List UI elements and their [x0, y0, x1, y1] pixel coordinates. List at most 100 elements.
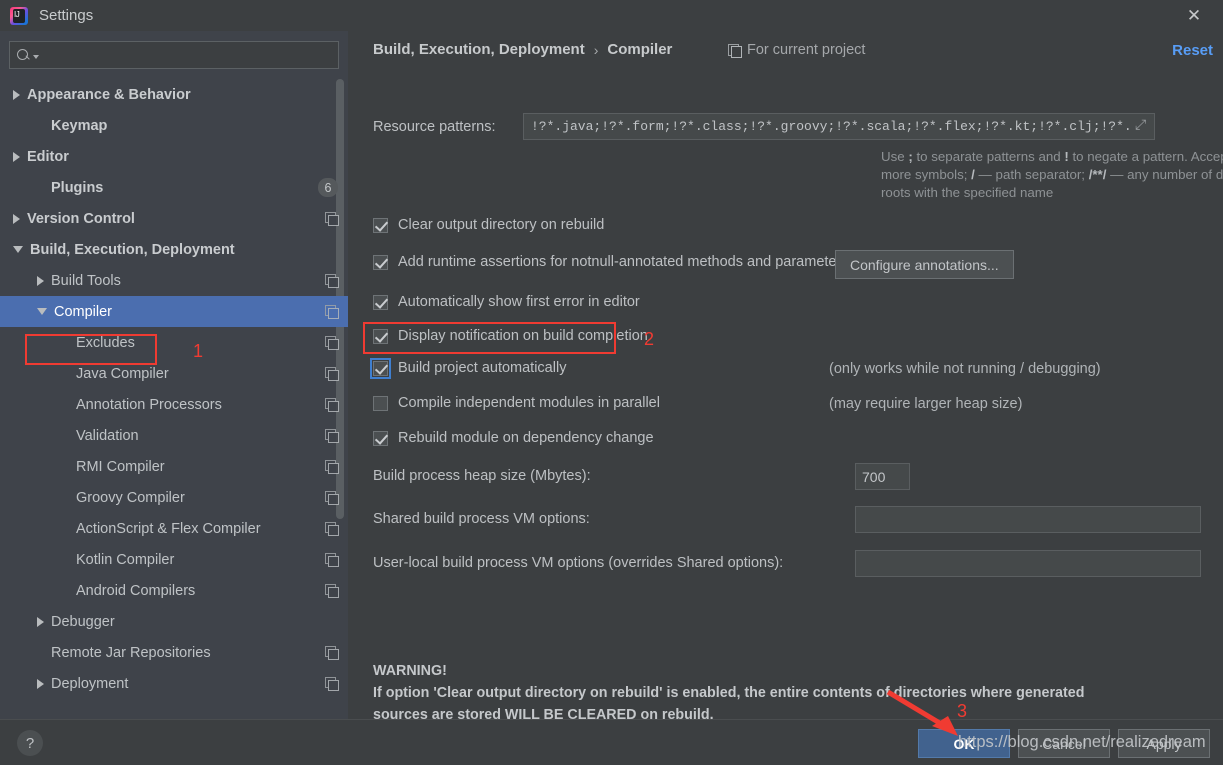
sidebar-item-kotlin-compiler[interactable]: Kotlin Compiler [0, 544, 348, 575]
resource-patterns-value: !?*.java;!?*.form;!?*.class;!?*.groovy;!… [531, 119, 1131, 134]
sidebar-item-label: Appearance & Behavior [27, 86, 191, 103]
apply-button[interactable]: Apply [1118, 729, 1210, 758]
checkbox-icon[interactable] [373, 395, 388, 411]
checkbox-row-compile-independent-modules-in-parallel[interactable]: Compile independent modules in parallel [373, 395, 660, 411]
expand-icon[interactable] [1135, 116, 1150, 134]
settings-sidebar: Appearance & Behavior Keymap Editor Plugins… [0, 31, 348, 719]
breadcrumb-root[interactable]: Build, Execution, Deployment [373, 41, 585, 58]
checkbox-row-display-notification-on-build-completion[interactable]: Display notification on build completion [373, 328, 648, 344]
chevron-right-icon[interactable] [13, 89, 20, 100]
sidebar-item-rmi-compiler[interactable]: RMI Compiler [0, 451, 348, 482]
copy-settings-icon[interactable] [325, 336, 339, 350]
sidebar-item-label: Kotlin Compiler [76, 551, 175, 568]
checkbox-icon[interactable] [373, 294, 388, 310]
copy-settings-icon[interactable] [325, 584, 339, 598]
copy-settings-icon[interactable] [325, 367, 339, 381]
hint-text: to separate patterns and [912, 149, 1065, 164]
chevron-right-icon[interactable] [13, 213, 20, 224]
copy-settings-icon[interactable] [325, 212, 339, 226]
field-input-2[interactable] [855, 550, 1201, 577]
resource-patterns-hint: Use ; to separate patterns and ! to nega… [881, 148, 1223, 202]
cancel-button[interactable]: Cancel [1018, 729, 1110, 758]
checkbox-row-clear-output-directory-on-rebuild[interactable]: Clear output directory on rebuild [373, 217, 604, 233]
copy-settings-icon[interactable] [325, 460, 339, 474]
sidebar-item-label: Validation [76, 427, 139, 444]
field-label: Shared build process VM options: [373, 511, 590, 527]
field-input-1[interactable] [855, 506, 1201, 533]
ok-button[interactable]: OK [918, 729, 1010, 758]
sidebar-item-label: Excludes [76, 334, 135, 351]
chevron-down-icon[interactable] [37, 308, 47, 315]
checkbox-icon[interactable] [373, 430, 388, 446]
sidebar-item-appearance-behavior[interactable]: Appearance & Behavior [0, 79, 348, 110]
help-button[interactable]: ? [17, 730, 43, 756]
sidebar-item-android-compilers[interactable]: Android Compilers [0, 575, 348, 606]
hint-text: to negate a pattern. Accepted wildcards: [1072, 149, 1223, 164]
copy-settings-icon[interactable] [325, 522, 339, 536]
sidebar-item-remote-jar-repositories[interactable]: Remote Jar Repositories [0, 637, 348, 668]
sidebar-item-label: Version Control [27, 210, 135, 227]
warning-title: WARNING! [373, 663, 447, 679]
copy-settings-icon[interactable] [325, 646, 339, 660]
sidebar-item-label: Android Compilers [76, 582, 196, 599]
hint-text: — path separator; [974, 167, 1089, 182]
sidebar-item-deployment[interactable]: Deployment [0, 668, 348, 699]
chevron-down-icon[interactable] [13, 246, 23, 253]
sidebar-item-actionscript-flex-compiler[interactable]: ActionScript & Flex Compiler [0, 513, 348, 544]
chevron-right-icon[interactable] [13, 151, 20, 162]
copy-settings-icon[interactable] [325, 398, 339, 412]
footer-button-group: OK Cancel Apply [918, 729, 1210, 758]
checkbox-row-add-runtime-assertions-for-notnull-annotated-methods-and-parameters[interactable]: Add runtime assertions for notnull-annot… [373, 254, 849, 270]
sidebar-item-java-compiler[interactable]: Java Compiler [0, 358, 348, 389]
chevron-down-icon[interactable] [33, 54, 39, 59]
search-input[interactable] [9, 41, 339, 69]
chevron-right-icon[interactable] [37, 616, 44, 627]
sidebar-item-excludes[interactable]: Excludes [0, 327, 348, 358]
checkbox-row-automatically-show-first-error-in-editor[interactable]: Automatically show first error in editor [373, 294, 640, 310]
chevron-right-icon[interactable] [37, 678, 44, 689]
copy-settings-icon[interactable] [325, 677, 339, 691]
checkbox-label: Compile independent modules in parallel [398, 395, 660, 411]
copy-settings-icon[interactable] [325, 429, 339, 443]
copy-settings-icon[interactable] [325, 274, 339, 288]
sidebar-item-validation[interactable]: Validation [0, 420, 348, 451]
sidebar-item-label: Debugger [51, 613, 115, 630]
reset-link[interactable]: Reset [1172, 42, 1213, 59]
checkbox-icon[interactable] [373, 217, 388, 233]
sidebar-item-label: Build, Execution, Deployment [30, 241, 235, 258]
field-label: User-local build process VM options (ove… [373, 555, 784, 571]
sidebar-item-keymap[interactable]: Keymap [0, 110, 348, 141]
copy-settings-icon[interactable] [325, 305, 339, 319]
breadcrumb-separator-icon: › [593, 41, 599, 58]
sidebar-item-plugins[interactable]: Plugins 6 [0, 172, 348, 203]
copy-settings-icon[interactable] [325, 491, 339, 505]
sidebar-item-build-execution-deployment[interactable]: Build, Execution, Deployment [0, 234, 348, 265]
checkbox-icon[interactable] [370, 357, 391, 379]
checkbox-label: Add runtime assertions for notnull-annot… [398, 254, 849, 270]
checkbox-side-note: (only works while not running / debuggin… [829, 361, 1101, 377]
sidebar-item-annotation-processors[interactable]: Annotation Processors [0, 389, 348, 420]
sidebar-item-editor[interactable]: Editor [0, 141, 348, 172]
checkbox-icon[interactable] [373, 254, 388, 270]
sidebar-item-groovy-compiler[interactable]: Groovy Compiler [0, 482, 348, 513]
search-icon [17, 48, 31, 62]
sidebar-item-build-tools[interactable]: Build Tools [0, 265, 348, 296]
sidebar-item-label: Groovy Compiler [76, 489, 185, 506]
close-icon[interactable]: ✕ [1165, 0, 1223, 31]
checkbox-row-build-project-automatically[interactable]: Build project automatically [370, 357, 566, 379]
chevron-right-icon[interactable] [37, 275, 44, 286]
resource-patterns-input[interactable]: !?*.java;!?*.form;!?*.class;!?*.groovy;!… [523, 113, 1155, 140]
checkbox-row-rebuild-module-on-dependency-change[interactable]: Rebuild module on dependency change [373, 430, 654, 446]
checkbox-icon[interactable] [373, 328, 388, 344]
field-input-0[interactable] [855, 463, 910, 490]
sidebar-item-compiler[interactable]: Compiler [0, 296, 348, 327]
copy-settings-icon[interactable] [325, 553, 339, 567]
sidebar-item-label: RMI Compiler [76, 458, 165, 475]
sidebar-item-label: Annotation Processors [76, 396, 222, 413]
sidebar-item-label: Keymap [51, 117, 108, 134]
sidebar-item-debugger[interactable]: Debugger [0, 606, 348, 637]
settings-tree: Appearance & Behavior Keymap Editor Plugins… [0, 79, 348, 717]
configure-annotations-button[interactable]: Configure annotations... [835, 250, 1014, 279]
sidebar-item-version-control[interactable]: Version Control [0, 203, 348, 234]
sidebar-item-label: Plugins [51, 179, 104, 196]
